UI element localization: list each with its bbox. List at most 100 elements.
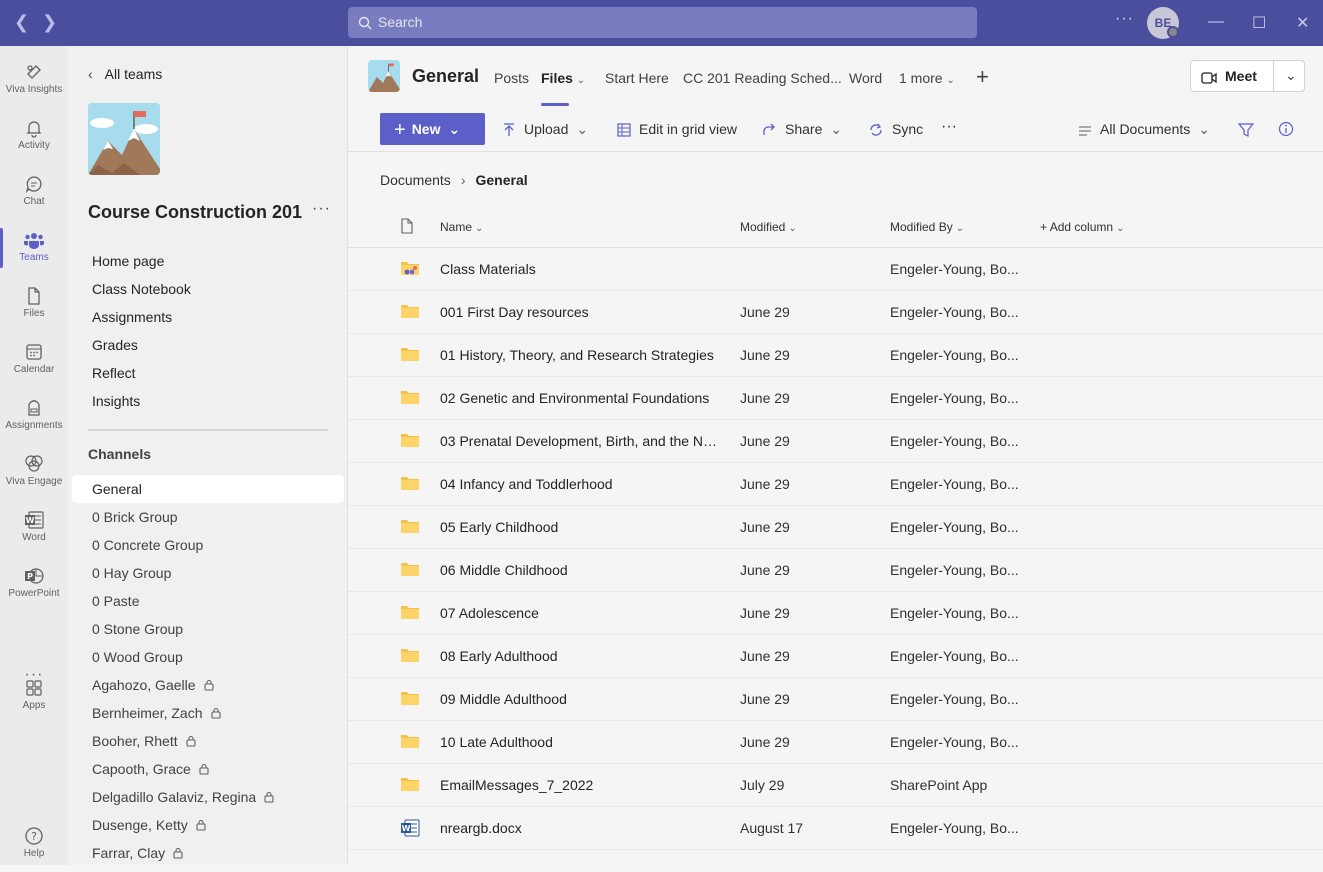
filter-button[interactable] — [1237, 121, 1262, 137]
file-name-cell[interactable]: 001 First Day resources — [440, 304, 720, 320]
column-header-name[interactable]: Name ⌄ — [440, 220, 483, 234]
rail-help[interactable]: ? Help — [0, 816, 68, 872]
table-row[interactable]: 10 Late Adulthood June 29 Engeler-Young, B… — [348, 721, 1323, 764]
channel-item[interactable]: Dusenge, Ketty — [72, 811, 344, 839]
tab-reading-schedule[interactable]: CC 201 Reading Sched... — [683, 70, 842, 86]
team-link-insights[interactable]: Insights — [92, 393, 140, 409]
table-row[interactable]: 08 Early Adulthood June 29 Engeler-Young, … — [348, 635, 1323, 678]
add-tab-icon[interactable]: + — [976, 64, 989, 90]
rail-files[interactable]: Files — [0, 276, 68, 332]
team-link-assignments[interactable]: Assignments — [92, 309, 172, 325]
forward-arrow-icon[interactable]: ❯ — [42, 12, 57, 33]
channel-item[interactable]: 0 Wood Group — [72, 643, 344, 671]
rail-chat[interactable]: Chat — [0, 164, 68, 220]
upload-button[interactable]: Upload ⌄ — [502, 121, 588, 138]
table-row[interactable]: 04 Infancy and Toddlerhood June 29 Engeler… — [348, 463, 1323, 506]
file-type-icon[interactable] — [400, 218, 414, 234]
rail-assignments[interactable]: Assignments — [0, 388, 68, 444]
table-row[interactable]: 01 History, Theory, and Research Strateg… — [348, 334, 1323, 377]
table-row[interactable]: 06 Middle Childhood June 29 Engeler-Young,… — [348, 549, 1323, 592]
file-name-cell[interactable]: 08 Early Adulthood — [440, 648, 720, 664]
team-link-class-notebook[interactable]: Class Notebook — [92, 281, 191, 297]
channel-label: 0 Paste — [92, 593, 140, 609]
close-icon[interactable]: ✕ — [1296, 13, 1309, 33]
breadcrumb-root[interactable]: Documents — [380, 172, 451, 188]
tab-word[interactable]: Word — [849, 70, 882, 86]
channel-item[interactable]: General — [72, 475, 344, 503]
modified-cell: June 29 — [740, 734, 790, 750]
chevron-down-icon: ⌄ — [955, 223, 965, 234]
minimize-icon[interactable]: — — [1208, 13, 1224, 31]
file-name-cell[interactable]: 06 Middle Childhood — [440, 562, 720, 578]
file-name-cell[interactable]: 05 Early Childhood — [440, 519, 720, 535]
share-button[interactable]: Share ⌄ — [763, 121, 842, 138]
back-arrow-icon[interactable]: ❮ — [14, 12, 29, 33]
channel-item[interactable]: Farrar, Clay — [72, 839, 344, 867]
table-row[interactable]: 02 Genetic and Environmental Foundations… — [348, 377, 1323, 420]
file-name-cell[interactable]: 07 Adolescence — [440, 605, 720, 621]
channel-item[interactable]: Delgadillo Galaviz, Regina — [72, 783, 344, 811]
file-name-cell[interactable]: 04 Infancy and Toddlerhood — [440, 476, 720, 492]
more-commands-icon[interactable]: ··· — [941, 118, 957, 136]
tab-posts[interactable]: Posts — [494, 70, 529, 86]
table-row[interactable]: 07 Adolescence June 29 Engeler-Young, Bo..… — [348, 592, 1323, 635]
edit-grid-view-button[interactable]: Edit in grid view — [617, 121, 737, 137]
rail-teams[interactable]: Teams — [0, 220, 68, 276]
rail-powerpoint[interactable]: P PowerPoint — [0, 556, 68, 612]
file-name-cell[interactable]: nreargb.docx — [440, 820, 720, 836]
chevron-down-icon[interactable]: ⌄ — [1285, 67, 1297, 84]
rail-calendar[interactable]: Calendar — [0, 332, 68, 388]
rail-activity[interactable]: Activity — [0, 108, 68, 164]
file-name-cell[interactable]: 01 History, Theory, and Research Strateg… — [440, 347, 720, 363]
team-avatar[interactable] — [88, 103, 160, 175]
table-row[interactable]: Wnreargb.docx August 17 Engeler-Young, Bo.… — [348, 807, 1323, 850]
channel-item[interactable]: Bernheimer, Zach — [72, 699, 344, 727]
all-teams-link[interactable]: ‹ All teams — [88, 66, 162, 82]
file-name-cell[interactable]: 09 Middle Adulthood — [440, 691, 720, 707]
file-name-cell[interactable]: Class Materials — [440, 261, 720, 277]
tab-files[interactable]: Files ⌄ — [541, 70, 585, 86]
search-box[interactable]: Search — [348, 7, 977, 38]
info-button[interactable] — [1278, 121, 1302, 137]
chevron-down-icon: ⌄ — [576, 121, 589, 137]
rail-viva-insights[interactable]: Viva Insights — [0, 52, 68, 108]
new-button[interactable]: + New ⌄ — [380, 113, 485, 145]
channel-item[interactable]: Capooth, Grace — [72, 755, 344, 783]
add-column-button[interactable]: + Add column ⌄ — [1040, 220, 1124, 234]
channel-item[interactable]: 0 Stone Group — [72, 615, 344, 643]
view-selector[interactable]: All Documents ⌄ — [1078, 121, 1210, 138]
channel-item[interactable]: 0 Paste — [72, 587, 344, 615]
table-row[interactable]: 05 Early Childhood June 29 Engeler-Young, … — [348, 506, 1323, 549]
team-link-grades[interactable]: Grades — [92, 337, 138, 353]
team-more-options-icon[interactable]: ··· — [312, 200, 331, 218]
channel-item[interactable]: Agahozo, Gaelle — [72, 671, 344, 699]
team-link-reflect[interactable]: Reflect — [92, 365, 136, 381]
sync-button[interactable]: Sync — [868, 121, 923, 137]
maximize-icon[interactable]: ☐ — [1252, 13, 1266, 33]
view-label: All Documents — [1100, 121, 1191, 137]
rail-viva-engage[interactable]: Viva Engage — [0, 444, 68, 500]
tab-more[interactable]: 1 more ⌄ — [899, 70, 955, 86]
rail-word[interactable]: W Word — [0, 500, 68, 556]
file-name-cell[interactable]: EmailMessages_7_2022 — [440, 777, 720, 793]
settings-more-icon[interactable]: ··· — [1115, 10, 1134, 28]
tab-start-here[interactable]: Start Here — [605, 70, 669, 86]
team-link-home-page[interactable]: Home page — [92, 253, 164, 269]
table-row[interactable]: 03 Prenatal Development, Birth, and the … — [348, 420, 1323, 463]
table-row[interactable]: 001 First Day resources June 29 Engeler-Yo… — [348, 291, 1323, 334]
column-header-modified-by[interactable]: Modified By ⌄ — [890, 220, 964, 234]
file-name-cell[interactable]: 02 Genetic and Environmental Foundations — [440, 390, 720, 406]
rail-apps[interactable]: Apps — [0, 668, 68, 724]
file-name-cell[interactable]: 03 Prenatal Development, Birth, and the … — [440, 433, 720, 449]
bell-icon — [26, 121, 42, 138]
channel-item[interactable]: 0 Hay Group — [72, 559, 344, 587]
table-row[interactable]: 09 Middle Adulthood June 29 Engeler-Young,… — [348, 678, 1323, 721]
channel-item[interactable]: Booher, Rhett — [72, 727, 344, 755]
column-header-modified[interactable]: Modified ⌄ — [740, 220, 797, 234]
meet-button[interactable]: Meet ⌄ — [1190, 60, 1305, 92]
table-row[interactable]: EmailMessages_7_2022 July 29 SharePoint Ap… — [348, 764, 1323, 807]
channel-item[interactable]: 0 Brick Group — [72, 503, 344, 531]
channel-item[interactable]: 0 Concrete Group — [72, 531, 344, 559]
file-name-cell[interactable]: 10 Late Adulthood — [440, 734, 720, 750]
table-row[interactable]: Class Materials Engeler-Young, Bo... — [348, 248, 1323, 291]
